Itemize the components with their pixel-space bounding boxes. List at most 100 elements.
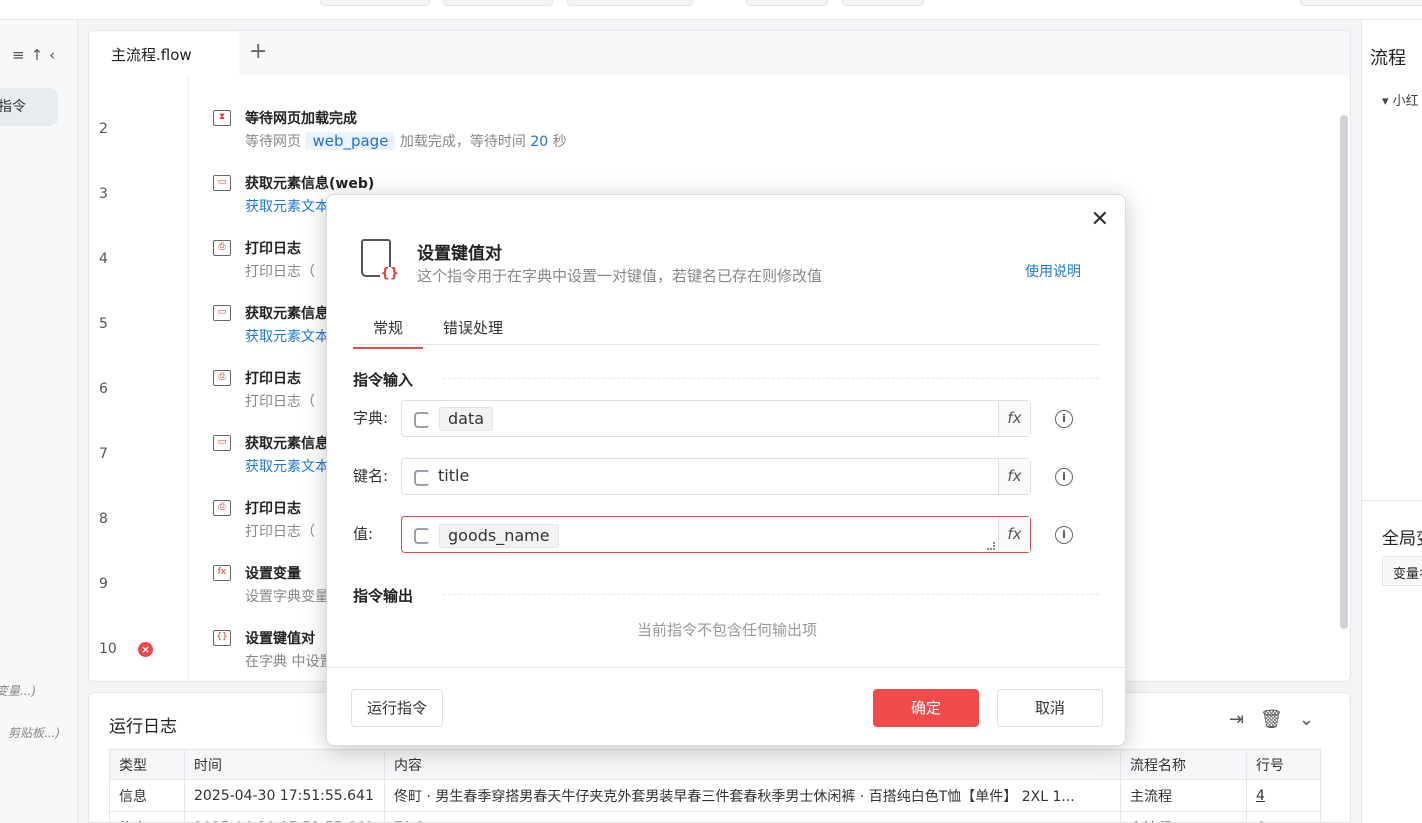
cell-flow: 主流程 xyxy=(1120,779,1247,812)
field-label-value: 值: xyxy=(353,525,374,543)
value-field[interactable]: goods_name fx xyxy=(401,516,1031,553)
variable-chip: web_page xyxy=(305,132,396,150)
field-label-key: 键名: xyxy=(353,467,389,485)
command-desc: 在字典 中设置 xyxy=(245,654,334,670)
flow-tree-item[interactable]: ▾ 小红 xyxy=(1382,90,1419,109)
info-icon[interactable]: i xyxy=(1055,410,1073,428)
cell-time: 2025-04-30 17:51:55.649 xyxy=(184,811,385,822)
divider xyxy=(443,378,1099,379)
run-log-title: 运行日志 xyxy=(109,717,177,737)
chevron-down-icon[interactable]: ⌄ xyxy=(1299,709,1330,730)
print-icon: ⎙ xyxy=(213,500,231,516)
cancel-button[interactable]: 取消 xyxy=(997,689,1103,727)
toolbar-button[interactable] xyxy=(320,0,430,6)
dialog-footer-divider xyxy=(327,667,1125,668)
right-panel: 流程 ▾ 小红 全局变 变量名 xyxy=(1361,20,1422,823)
line-number: 2 xyxy=(99,121,108,137)
desc-prefix: 等待网页 xyxy=(245,134,301,150)
cell-time: 2025-04-30 17:51:55.641 xyxy=(184,779,385,812)
trash-icon[interactable]: 🗑 xyxy=(1260,709,1299,730)
fx-button[interactable]: fx xyxy=(998,401,1030,436)
command-title: 获取元素信息 xyxy=(245,306,329,322)
table-row[interactable]: 信息 2025-04-30 17:51:55.641 佟町 · 男生春季穿搭男春… xyxy=(109,779,1321,812)
toolbar-button[interactable] xyxy=(443,0,553,6)
cell-content: 佟町 · 男生春季穿搭男春天牛仔夹克外套男装早春三件套春秋季男士休闲裤 · 百搭… xyxy=(384,779,1121,812)
command-title: 打印日志 xyxy=(245,501,301,517)
column-header[interactable]: 流程名称 xyxy=(1120,749,1247,780)
error-icon[interactable]: × xyxy=(138,642,153,657)
variable-chip: data xyxy=(439,407,494,431)
flow-panel-title: 流程 xyxy=(1370,48,1406,69)
dialog-tabs: 常规 错误处理 xyxy=(352,309,1099,349)
output-section-title: 指令输出 xyxy=(353,587,414,605)
toolbar-button[interactable] xyxy=(746,0,828,6)
tab-error-handling[interactable]: 错误处理 xyxy=(443,317,503,338)
fx-button[interactable]: fx xyxy=(998,459,1030,494)
line-number: 9 xyxy=(99,576,108,592)
column-header[interactable]: 行号 xyxy=(1246,749,1321,780)
collapse-icon[interactable]: ‹ xyxy=(49,46,61,64)
line-number: 5 xyxy=(99,316,108,332)
cell-line-link[interactable]: 4 xyxy=(1246,779,1321,812)
command-title: 获取元素信息(web) xyxy=(245,176,375,192)
column-header[interactable]: 时间 xyxy=(184,749,385,780)
command-desc: 打印日志（ xyxy=(245,394,315,410)
info-icon[interactable]: i xyxy=(1055,526,1073,544)
cell-type: 信息 xyxy=(109,779,185,812)
sort-icon[interactable]: ≡↑ xyxy=(12,46,49,64)
dict-icon: {} xyxy=(213,630,231,646)
command-title: 打印日志 xyxy=(245,371,301,387)
vars-column-header: 变量名 xyxy=(1382,556,1422,586)
cell-content: 79.2 xyxy=(384,811,1121,822)
cell-type: 信息 xyxy=(109,811,185,822)
toolbar-button[interactable] xyxy=(1300,0,1422,6)
confirm-button[interactable]: 确定 xyxy=(873,689,979,727)
print-icon: ⎙ xyxy=(213,370,231,386)
editor-scrollbar[interactable] xyxy=(1340,115,1348,629)
field-label-dict: 字典: xyxy=(353,409,389,427)
line-number: 3 xyxy=(99,186,108,202)
toolbar-button[interactable] xyxy=(842,0,924,6)
cell-line-link[interactable]: 6 xyxy=(1246,811,1321,822)
dict-book-icon: {} xyxy=(361,239,399,281)
resize-handle[interactable] xyxy=(987,542,995,550)
tab-main-flow[interactable]: 主流程.flow xyxy=(89,31,239,75)
command-title: 打印日志 xyxy=(245,241,301,257)
table-header-row: 类型 时间 内容 流程名称 行号 xyxy=(109,749,1321,780)
help-link[interactable]: 使用说明 xyxy=(1025,261,1081,281)
python-icon xyxy=(412,468,430,486)
key-field[interactable]: title fx xyxy=(401,458,1031,495)
desc-suffix: 秒 xyxy=(552,134,567,150)
toolbar-button[interactable] xyxy=(567,0,693,6)
set-variable-icon: fx xyxy=(213,565,231,581)
command-desc: 获取元素文本 xyxy=(245,199,329,215)
column-header[interactable]: 类型 xyxy=(109,749,185,780)
add-tab-button[interactable]: + xyxy=(249,39,267,64)
export-icon[interactable]: ⇥ xyxy=(1229,709,1260,730)
editor-tabbar: 主流程.flow + xyxy=(89,31,1350,75)
input-section-title: 指令输入 xyxy=(353,371,414,389)
global-vars-title: 全局变 xyxy=(1382,529,1422,549)
table-row[interactable]: 信息 2025-04-30 17:51:55.649 79.2 主流程 6 xyxy=(109,811,1321,822)
line-gutter: 2 3 4 5 6 7 8 9 10 × xyxy=(89,75,189,681)
sidebar-item-commands[interactable]: 指令 xyxy=(0,88,58,126)
line-number: 4 xyxy=(99,251,108,267)
wait-icon: ⧗ xyxy=(213,110,231,126)
dict-field[interactable]: data fx xyxy=(401,400,1031,437)
line-number: 8 xyxy=(99,511,108,527)
fx-button[interactable]: fx xyxy=(998,517,1030,552)
command-desc: 设置字典变量 xyxy=(245,589,329,605)
caret-down-icon: ▾ xyxy=(1382,94,1393,109)
print-icon: ⎙ xyxy=(213,240,231,256)
dialog-title: 设置键值对 xyxy=(417,244,502,264)
line-number: 6 xyxy=(99,381,108,397)
close-icon[interactable]: ✕ xyxy=(1091,207,1109,232)
left-sidebar: ≡↑‹ 指令 变量...) 剪贴板...) xyxy=(0,20,78,823)
tab-general[interactable]: 常规 xyxy=(352,317,424,349)
web-element-icon: ▭ xyxy=(213,175,231,191)
column-header[interactable]: 内容 xyxy=(384,749,1121,780)
top-toolbar xyxy=(0,0,1422,20)
run-command-button[interactable]: 运行指令 xyxy=(351,689,443,727)
line-number: 7 xyxy=(99,446,108,462)
info-icon[interactable]: i xyxy=(1055,468,1073,486)
